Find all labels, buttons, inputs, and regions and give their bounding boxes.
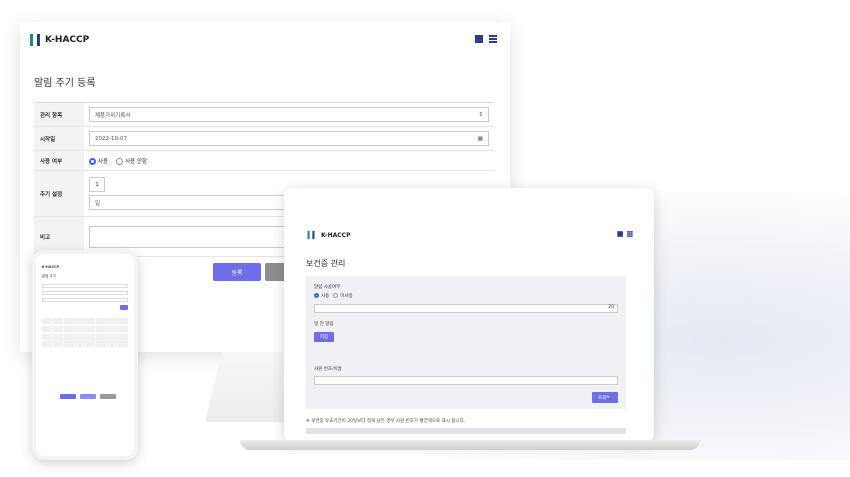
- calendar-icon: ▦: [477, 135, 483, 142]
- form-label: 시작일: [34, 127, 84, 150]
- cycle-unit-value: 일: [95, 200, 101, 207]
- phone-screen: K-HACCP 알림 주기: [36, 254, 134, 456]
- form-label: 주기 설정: [34, 171, 84, 216]
- search-button[interactable]: 조회🔍: [592, 392, 618, 403]
- form-label: 관리 항목: [34, 103, 84, 126]
- laptop-screen: K-HACCP 보건증 관리 알림 사용여부 사용 미사용 20 일 전 알림 …: [292, 196, 646, 434]
- item-select-value: 제품가위기록서: [95, 112, 131, 119]
- radio-not-use[interactable]: 미사용: [333, 293, 353, 299]
- radio-not-use[interactable]: 사용 안함: [116, 157, 147, 165]
- header-icons: [475, 35, 497, 43]
- phone-field[interactable]: [42, 298, 128, 302]
- chevron-updown-icon: ⇕: [478, 111, 483, 118]
- phone-field[interactable]: [42, 291, 128, 295]
- brand-logo[interactable]: K-HACCP: [306, 229, 351, 241]
- box-icon[interactable]: [475, 35, 483, 43]
- usage-radio-group: 사용 미사용: [314, 293, 353, 299]
- phone-field[interactable]: [42, 284, 128, 288]
- section-label: 일 전 알림: [314, 322, 334, 327]
- radio-use[interactable]: 사용: [89, 157, 108, 165]
- phone-submit-button[interactable]: [60, 394, 76, 399]
- brand-name: K-HACCP: [45, 35, 90, 45]
- mobile-phone: K-HACCP 알림 주기: [32, 250, 138, 460]
- brand-logo[interactable]: K-HACCP: [30, 34, 89, 46]
- phone-secondary-button[interactable]: [80, 394, 96, 399]
- cycle-count-input[interactable]: 1: [89, 177, 105, 192]
- item-select[interactable]: 제품가위기록서 ⇕: [89, 107, 489, 122]
- save-button[interactable]: 저장: [314, 332, 334, 342]
- form-row-item: 관리 항목 제품가위기록서 ⇕: [34, 103, 494, 127]
- menu-icon[interactable]: [627, 231, 633, 237]
- k-haccp-logo-icon: [307, 230, 315, 240]
- brand-name: K-HACCP: [321, 231, 351, 239]
- section-label: 알림 사용여부: [314, 285, 341, 290]
- menu-icon[interactable]: [489, 35, 497, 43]
- laptop: K-HACCP 보건증 관리 알림 사용여부 사용 미사용 20 일 전 알림 …: [284, 188, 654, 442]
- laptop-base: [240, 440, 700, 450]
- submit-button[interactable]: 등록: [213, 263, 261, 281]
- page-title: 알림 주기 등록: [34, 78, 96, 89]
- days-input[interactable]: 20: [314, 304, 618, 313]
- section-label: 사원 번호/이름: [314, 367, 342, 372]
- employee-search-input[interactable]: [314, 376, 618, 385]
- footnote: ※ 보건증 유효기간이 30일보다 적게 남은 경우 사원 번호가 빨간색으로 …: [306, 419, 466, 424]
- header-icons: [617, 231, 633, 237]
- start-date-input[interactable]: 2022-10-07 ▦: [89, 131, 489, 146]
- form-row-usage: 사용 여부 사용 사용 안함: [34, 151, 494, 171]
- k-haccp-logo-icon: [30, 34, 40, 46]
- table-header-bar: [306, 428, 626, 434]
- box-icon[interactable]: [617, 231, 623, 237]
- radio-use[interactable]: 사용: [314, 293, 329, 299]
- page-title: 알림 주기: [42, 274, 56, 278]
- phone-calendar-grid: [42, 318, 128, 348]
- health-cert-panel: 알림 사용여부 사용 미사용 20 일 전 알림 저장 사원 번호/이름 조회🔍: [306, 276, 626, 409]
- start-date-value: 2022-10-07: [95, 135, 127, 142]
- phone-small-button[interactable]: [120, 305, 128, 310]
- phone-cancel-button[interactable]: [100, 394, 116, 399]
- brand-name: K-HACCP: [42, 265, 60, 269]
- page-title: 보건증 관리: [306, 259, 346, 268]
- form-row-start-date: 시작일 2022-10-07 ▦: [34, 127, 494, 151]
- form-label: 사용 여부: [34, 151, 84, 170]
